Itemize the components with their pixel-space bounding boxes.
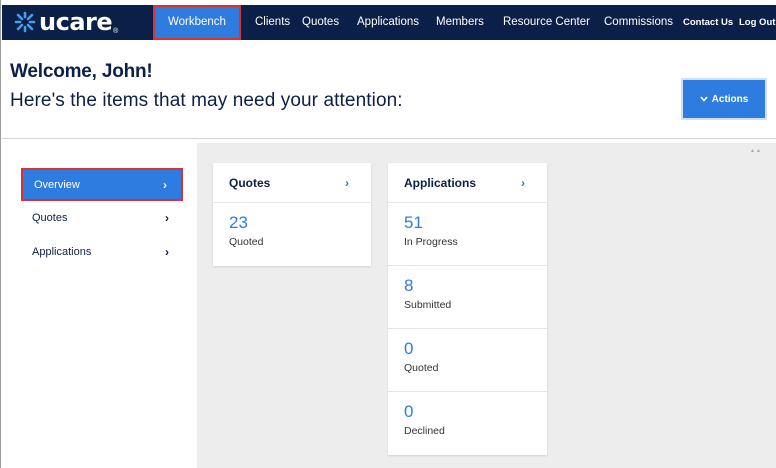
ucare-logo[interactable]: ucare ® (14, 9, 118, 35)
stat-label: Quoted (404, 362, 439, 374)
stat-value: 0 (404, 402, 414, 421)
chevron-right-icon: › (345, 175, 349, 190)
sidebar-item-label: Quotes (32, 211, 68, 224)
applications-card-title: Applications (404, 175, 477, 190)
overview-panel: ▴▴ Quotes › 23 Quoted Applications › 51 … (197, 143, 776, 468)
stat-label: In Progress (404, 236, 458, 248)
chevron-down-icon (700, 95, 708, 104)
nav-item-members[interactable]: Members (436, 5, 484, 40)
chevron-right-icon: › (521, 175, 525, 190)
stat-value: 51 (404, 213, 423, 232)
stat-in-progress[interactable]: 51 In Progress (388, 203, 547, 266)
attention-subtitle: Here's the items that may need your atte… (10, 90, 403, 111)
stat-declined[interactable]: 0 Declined (388, 392, 547, 455)
header-divider (2, 138, 776, 139)
stat-quoted[interactable]: 23 Quoted (213, 203, 371, 266)
applications-card: Applications › 51 In Progress 8 Submitte… (388, 163, 547, 455)
nav-item-clients[interactable]: Clients (255, 5, 290, 40)
ucare-logo-wordmark: ucare (39, 8, 113, 36)
sidebar-item-label: Applications (32, 245, 92, 258)
stat-value: 23 (229, 213, 248, 232)
actions-button[interactable]: Actions (681, 78, 767, 120)
scroll-up-icon[interactable]: ▴▴ (751, 147, 763, 154)
stat-label: Declined (404, 425, 445, 437)
chevron-right-icon: › (165, 210, 169, 225)
nav-item-log-out[interactable]: Log Out (739, 5, 775, 40)
stat-quoted[interactable]: 0 Quoted (388, 329, 547, 392)
welcome-heading: Welcome, John! (10, 61, 153, 82)
quotes-card: Quotes › 23 Quoted (213, 163, 371, 266)
stat-label: Submitted (404, 299, 452, 311)
top-navigation-bar: ucare ® Workbench Clients Quotes Applica… (2, 5, 776, 40)
nav-item-contact-us[interactable]: Contact Us (683, 5, 733, 40)
nav-item-resource-center[interactable]: Resource Center (503, 5, 590, 40)
ucare-logo-icon (14, 11, 36, 33)
nav-item-applications[interactable]: Applications (357, 5, 419, 40)
nav-item-commissions[interactable]: Commissions (604, 5, 673, 40)
sidebar-item-label: Overview (34, 178, 80, 191)
stat-label: Quoted (229, 236, 264, 248)
nav-item-quotes[interactable]: Quotes (302, 5, 339, 40)
quotes-card-title: Quotes (229, 175, 271, 190)
sidebar: Overview › Quotes › Applications › (2, 143, 192, 468)
chevron-right-icon: › (163, 177, 167, 192)
nav-item-workbench[interactable]: Workbench (153, 5, 241, 40)
stat-submitted[interactable]: 8 Submitted (388, 266, 547, 329)
sidebar-item-overview[interactable]: Overview › (21, 168, 183, 201)
sidebar-item-quotes[interactable]: Quotes › (21, 201, 183, 234)
registered-mark: ® (113, 28, 119, 35)
actions-button-label: Actions (711, 93, 749, 105)
quotes-card-header[interactable]: Quotes › (213, 163, 371, 203)
chevron-right-icon: › (165, 244, 169, 259)
stat-value: 0 (404, 339, 414, 358)
sidebar-item-applications[interactable]: Applications › (21, 235, 183, 268)
applications-card-header[interactable]: Applications › (388, 163, 547, 203)
stat-value: 8 (404, 276, 414, 295)
